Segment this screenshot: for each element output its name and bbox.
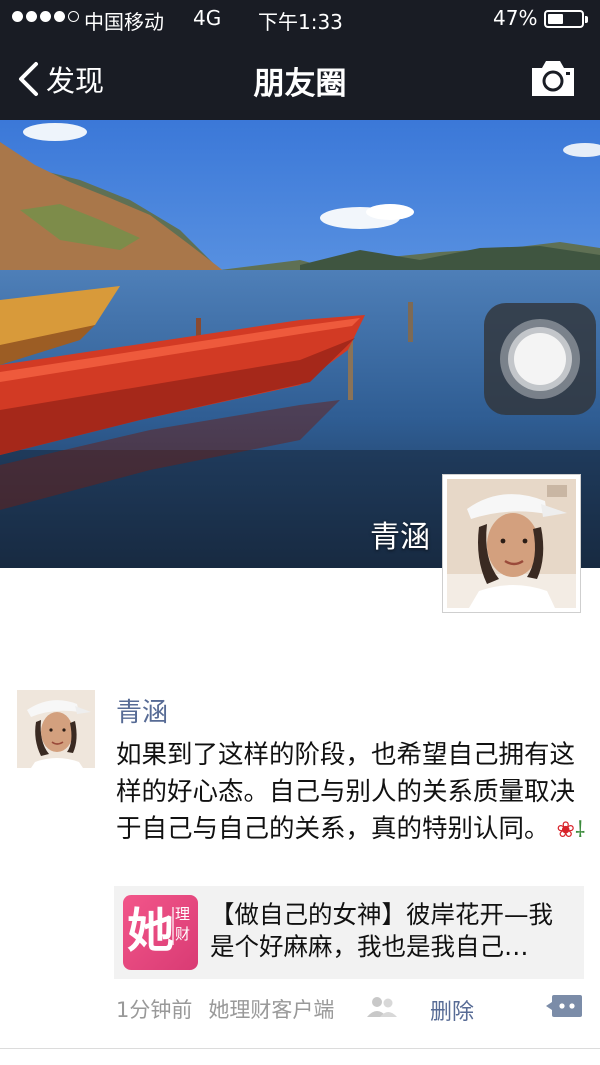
- top-bar: 中国移动 4G 下午1:33 47% 发现 朋友圈: [0, 0, 600, 120]
- page-title: 朋友圈: [253, 66, 347, 102]
- shared-link-title: 【做自己的女神】彼岸花开—我是个好麻麻，我也是我自己…: [210, 900, 553, 961]
- author-portrait-image: [17, 690, 95, 768]
- profile-avatar[interactable]: [442, 474, 581, 613]
- post-time: 1分钟前: [116, 998, 193, 1022]
- battery-percent: 47%: [493, 6, 538, 30]
- assistive-touch-button[interactable]: [484, 303, 596, 415]
- rose-icon: ❀⸸: [549, 818, 586, 843]
- shared-link-card[interactable]: 她 理 财 【做自己的女神】彼岸花开—我是个好麻麻，我也是我自己…: [114, 886, 584, 979]
- post-body: 如果到了这样的阶段，也希望自己拥有这样的好心态。自己与别人的关系质量取决于自己与…: [116, 737, 586, 849]
- camera-icon: [532, 61, 574, 96]
- post-divider: [0, 1048, 600, 1049]
- post-text: 如果到了这样的阶段，也希望自己拥有这样的好心态。自己与别人的关系质量取决于自己与…: [116, 740, 576, 844]
- post-meta: 1分钟前 她理财客户端: [116, 994, 334, 1024]
- user-portrait-image: [447, 479, 576, 608]
- tali-cai-app-icon: 她 理 财: [123, 895, 198, 970]
- comment-menu-icon[interactable]: [546, 993, 584, 1021]
- camera-button[interactable]: [528, 56, 578, 100]
- network-type: 4G: [193, 6, 222, 30]
- delete-button[interactable]: 删除: [430, 994, 474, 1026]
- post-author-avatar[interactable]: [17, 690, 95, 768]
- post-author-name[interactable]: 青涵: [116, 692, 168, 729]
- signal-strength-icon: [12, 11, 79, 22]
- status-bar: 中国移动 4G 下午1:33 47%: [0, 0, 600, 40]
- cover-user-name: 青涵: [370, 520, 430, 555]
- post-source[interactable]: 她理财客户端: [208, 994, 334, 1024]
- status-time: 下午1:33: [258, 10, 343, 34]
- battery-icon: [544, 10, 588, 28]
- visibility-people-icon: [367, 997, 397, 1017]
- carrier-name: 中国移动: [84, 10, 164, 34]
